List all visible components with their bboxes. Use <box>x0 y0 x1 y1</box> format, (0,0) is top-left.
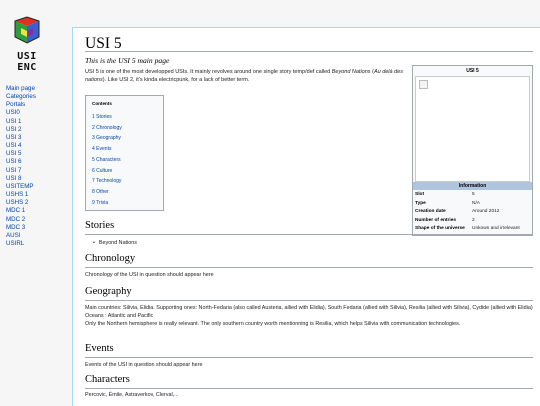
infobox-key: Number of entries <box>415 217 457 223</box>
geography-text: Main countries: Silivia, Elidia. Support… <box>85 305 533 329</box>
infobox-key: Slot <box>415 192 425 197</box>
list-item[interactable]: Beyond Nations <box>93 240 137 246</box>
section-divider <box>85 300 533 301</box>
sidebar-item-categories[interactable]: Categories <box>6 93 36 101</box>
logo-text-top: USI <box>17 51 37 62</box>
section-divider <box>85 234 533 235</box>
intro-paragraph: USI 5 is one of the most developped USIs… <box>85 68 415 84</box>
infobox-image <box>415 76 530 182</box>
toc-title: Contents <box>92 101 112 106</box>
sidebar-item-usi-3[interactable]: USI 3 <box>6 134 36 142</box>
toc-item-stories[interactable]: 1 Stories <box>92 112 122 123</box>
infobox-key: Type <box>415 200 426 206</box>
geography-line: Oceans : Atlantic and Pacific <box>85 312 154 319</box>
infobox-row: Creation date Around 2012 <box>415 208 531 217</box>
geography-line: Only the Northern hemisphere is really r… <box>85 320 461 327</box>
toc-item-other[interactable]: 8 Other <box>92 187 122 198</box>
toc-item-culture[interactable]: 6 Culture <box>92 166 122 177</box>
top-bar <box>72 0 540 27</box>
toc-item-characters[interactable]: 5 Characters <box>92 155 122 166</box>
article-content: USI 5 This is the USI 5 main page USI 5 … <box>72 27 540 406</box>
sidebar-item-usi-5[interactable]: USI 5 <box>6 150 36 158</box>
section-divider <box>85 388 533 389</box>
infobox-row: Shape of the universe Unkown and irreleva… <box>415 225 531 234</box>
page-tagline: This is the USI 5 main page <box>85 56 170 65</box>
toc-item-technology[interactable]: 7 Technology <box>92 176 122 187</box>
infobox-key: Shape of the universe <box>415 226 465 232</box>
section-divider <box>85 267 533 268</box>
geography-line: Main countries: Silivia, Elidia. Support… <box>85 305 533 311</box>
toc-item-trivia[interactable]: 9 Trivia <box>92 198 122 209</box>
toc-item-geography[interactable]: 3 Geography <box>92 133 122 144</box>
toc-item-chronology[interactable]: 2 Chronology <box>92 123 122 134</box>
sidebar-item-ausi[interactable]: AUSI <box>6 232 36 240</box>
characters-text: Percovic, Émile, Astraverkov, Clerval,..… <box>85 392 179 398</box>
sidebar-item-usi-6[interactable]: USI 6 <box>6 158 36 166</box>
intro-italic-title: Beyond Nations <box>331 69 371 75</box>
section-heading-events: Events <box>85 343 114 354</box>
broken-image-icon <box>419 80 428 89</box>
intro-text: ). Like USI 2, it's kinda electricpunk, … <box>102 77 250 83</box>
table-of-contents: Contents 1 Stories 2 Chronology 3 Geogra… <box>85 95 164 211</box>
infobox-row: Slot 5 <box>415 191 531 200</box>
sidebar-item-usi-7[interactable]: USI 7 <box>6 167 36 175</box>
infobox: USI 5 Information Slot 5 Type N/A Creation… <box>412 65 533 236</box>
sidebar-item-usi-1[interactable]: USI 1 <box>6 118 36 126</box>
infobox-row: Number of entries 2 <box>415 217 531 226</box>
sidebar-item-mdc-1[interactable]: MDC 1 <box>6 207 36 215</box>
infobox-value: Around 2012 <box>472 209 500 215</box>
sidebar-item-mdc-2[interactable]: MDC 2 <box>6 216 36 224</box>
infobox-key: Creation date <box>415 209 446 215</box>
sidebar-item-portals[interactable]: Portals <box>6 101 36 109</box>
intro-text: USI 5 is one of the most developped USIs… <box>85 69 332 75</box>
title-divider <box>85 51 533 52</box>
sidebar-item-ushs-2[interactable]: USHS 2 <box>6 199 36 207</box>
events-text: Events of the USI in question should app… <box>85 362 203 368</box>
infobox-value: Unkown and irrelevant <box>472 226 520 232</box>
section-heading-characters: Characters <box>85 374 130 385</box>
site-logo[interactable]: USI ENC <box>7 15 47 77</box>
sidebar-item-usitemp[interactable]: USITEMP <box>6 183 36 191</box>
sidebar-item-main-page[interactable]: Main page <box>6 85 36 93</box>
sidebar: USI ENC Main page Categories Portals USI… <box>0 0 72 405</box>
infobox-value: 5 <box>472 192 475 197</box>
sidebar-navigation: Main page Categories Portals USI0 USI 1 … <box>6 85 36 248</box>
sidebar-item-usi-2[interactable]: USI 2 <box>6 126 36 134</box>
infobox-value: 2 <box>472 217 475 223</box>
sidebar-item-usi0[interactable]: USI0 <box>6 109 36 117</box>
chronology-text: Chronology of the USI in question should… <box>85 272 214 278</box>
section-divider <box>85 357 533 358</box>
infobox-row: Type N/A <box>415 200 531 209</box>
infobox-header: Information <box>413 182 532 190</box>
infobox-value: N/A <box>472 200 480 206</box>
toc-item-events[interactable]: 4 Events <box>92 144 122 155</box>
logo-text-bottom: ENC <box>17 62 37 73</box>
section-heading-geography: Geography <box>85 286 132 297</box>
section-heading-chronology: Chronology <box>85 253 136 264</box>
sidebar-item-mdc-3[interactable]: MDC 3 <box>6 224 36 232</box>
sidebar-item-usirl[interactable]: USIRL <box>6 240 36 248</box>
sidebar-item-usi-8[interactable]: USI 8 <box>6 175 36 183</box>
sidebar-item-ushs-1[interactable]: USHS 1 <box>6 191 36 199</box>
sidebar-item-usi-4[interactable]: USI 4 <box>6 142 36 150</box>
infobox-title: USI 5 <box>466 68 479 74</box>
section-heading-stories: Stories <box>85 220 115 231</box>
cube-logo-icon <box>14 16 40 44</box>
